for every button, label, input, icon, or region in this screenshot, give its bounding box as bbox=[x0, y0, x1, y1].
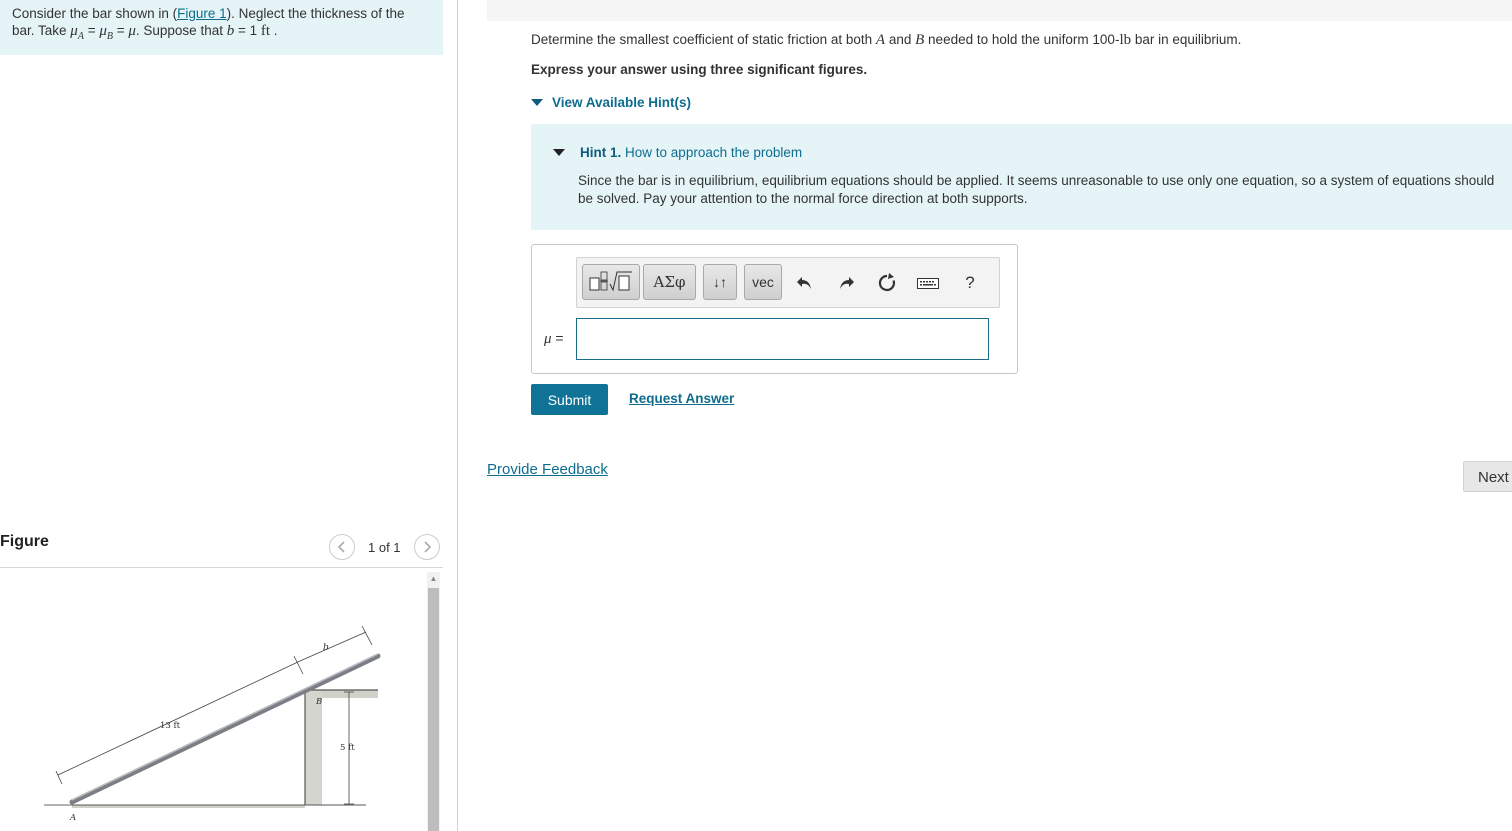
scroll-up-arrow-icon[interactable]: ▲ bbox=[427, 572, 440, 586]
next-button[interactable]: Next bbox=[1463, 461, 1512, 492]
figure-scrollbar[interactable]: ▲ bbox=[427, 572, 440, 831]
view-hints-toggle[interactable]: View Available Hint(s) bbox=[531, 95, 691, 110]
question-text: Determine the smallest coefficient of st… bbox=[531, 32, 1242, 48]
answer-box: ΑΣφ ↓↑ vec ? μ = bbox=[531, 244, 1018, 374]
figure-title: Figure bbox=[0, 533, 49, 550]
intro-text: ). Neglect the thickness of the bbox=[226, 6, 405, 21]
view-hints-label: View Available Hint(s) bbox=[552, 95, 692, 110]
keyboard-button[interactable] bbox=[916, 271, 940, 295]
figure-link[interactable]: Figure 1 bbox=[177, 6, 227, 21]
redo-button[interactable] bbox=[835, 271, 859, 295]
top-strip bbox=[487, 0, 1512, 21]
intro-text: = 1 bbox=[234, 23, 261, 38]
mu-b-symbol: μB bbox=[99, 23, 113, 42]
mu-a-symbol: μA bbox=[70, 23, 84, 42]
hint-label: Hint 1. bbox=[580, 145, 622, 160]
problem-intro: Consider the bar shown in (Figure 1). Ne… bbox=[0, 0, 443, 55]
panel-divider bbox=[457, 0, 458, 831]
triangle-down-icon bbox=[553, 149, 565, 156]
answer-input[interactable] bbox=[576, 318, 989, 360]
label-A: A bbox=[69, 813, 76, 823]
intro-text: bar. Take bbox=[12, 23, 71, 38]
figure-pager-text: 1 of 1 bbox=[368, 540, 401, 555]
figure-image: b 13 ft 5 ft B A bbox=[0, 570, 428, 831]
answer-label: μ = bbox=[544, 330, 564, 347]
reset-button[interactable] bbox=[875, 271, 899, 295]
label-B: B bbox=[315, 697, 322, 707]
left-panel: Consider the bar shown in (Figure 1). Ne… bbox=[0, 0, 443, 831]
submit-button[interactable]: Submit bbox=[531, 384, 608, 415]
undo-button[interactable] bbox=[792, 271, 816, 295]
request-answer-link[interactable]: Request Answer bbox=[629, 391, 734, 406]
hint-body: Since the bar is in equilibrium, equilib… bbox=[578, 173, 1495, 206]
previous-figure-button[interactable] bbox=[329, 534, 355, 560]
equals: = bbox=[112, 23, 129, 38]
bar-diagram: b 13 ft 5 ft B A bbox=[44, 625, 381, 823]
label-5ft: 5 ft bbox=[340, 743, 355, 753]
hint-1-toggle[interactable]: Hint 1. How to approach the problem bbox=[553, 145, 802, 160]
intro-text: . Suppose that bbox=[135, 23, 227, 38]
provide-feedback-link[interactable]: Provide Feedback bbox=[487, 461, 608, 478]
answer-instruction: Express your answer using three signific… bbox=[531, 62, 868, 77]
ft-unit: ft bbox=[260, 23, 271, 39]
triangle-down-icon bbox=[531, 99, 543, 106]
var-b: B bbox=[915, 32, 925, 48]
scroll-thumb[interactable] bbox=[428, 588, 439, 831]
lb-unit: lb bbox=[1119, 32, 1132, 48]
figure-header: Figure 1 of 1 bbox=[0, 530, 443, 568]
intro-text: . bbox=[270, 23, 278, 38]
keyboard-icon bbox=[917, 278, 939, 289]
help-button[interactable]: ? bbox=[958, 271, 982, 295]
vector-button[interactable]: vec bbox=[744, 264, 782, 300]
subscript-superscript-button[interactable]: ↓↑ bbox=[703, 264, 737, 300]
var-a: A bbox=[875, 32, 886, 48]
next-figure-button[interactable] bbox=[414, 534, 440, 560]
redo-icon bbox=[840, 277, 854, 289]
reset-icon bbox=[878, 273, 896, 292]
fraction-sqrt-templates-icon bbox=[589, 271, 632, 292]
templates-button[interactable] bbox=[582, 264, 640, 300]
intro-text: Consider the bar shown in ( bbox=[12, 6, 178, 21]
greek-symbols-button[interactable]: ΑΣφ bbox=[643, 264, 696, 300]
label-b: b bbox=[323, 643, 329, 653]
math-toolbar: ΑΣφ ↓↑ vec ? bbox=[576, 257, 1000, 308]
undo-icon bbox=[797, 277, 811, 289]
chevron-left-icon bbox=[337, 541, 345, 553]
chevron-right-icon bbox=[424, 541, 432, 553]
equals: = bbox=[83, 23, 100, 38]
hint-title: How to approach the problem bbox=[625, 145, 803, 160]
hint-panel: Hint 1. How to approach the problem Sinc… bbox=[531, 124, 1512, 230]
label-13ft: 13 ft bbox=[160, 721, 181, 731]
mu-symbol: μ bbox=[128, 23, 136, 39]
